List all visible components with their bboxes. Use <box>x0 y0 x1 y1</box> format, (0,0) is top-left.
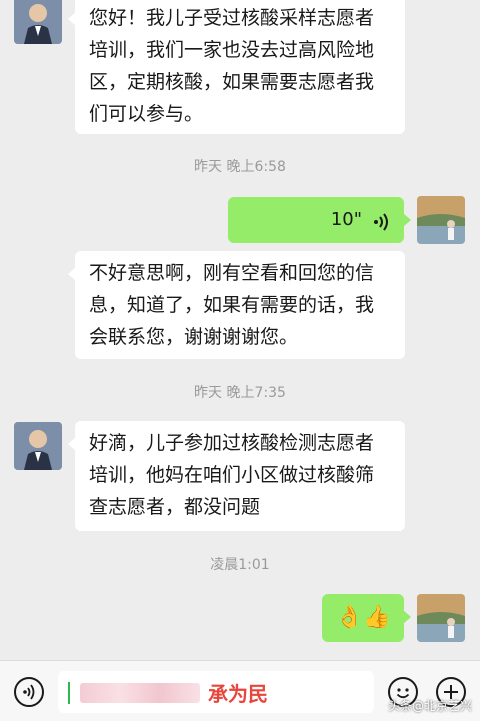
emoji-message-bubble[interactable]: 👌👍 <box>322 594 411 642</box>
timestamp: 昨天 晚上7:35 <box>194 385 286 401</box>
emoji-text: 👌👍 <box>335 605 391 630</box>
timestamp: 昨天 晚上6:58 <box>194 159 286 175</box>
message-text: 不好意思啊，刚有空看和回您的信息，知道了，如果有需要的话，我会联系您，谢谢谢谢您… <box>89 262 375 348</box>
avatar-self[interactable] <box>417 594 465 642</box>
voice-duration: 10" <box>330 209 362 230</box>
message-input[interactable]: 承为民 <box>58 671 374 713</box>
message-bubble-incoming[interactable]: 好滴，儿子参加过核酸检测志愿者培训，他妈在咱们小区做过核酸筛查志愿者，都没问题 <box>68 421 405 531</box>
blurred-text <box>80 683 200 703</box>
voice-message-bubble[interactable]: 10" <box>228 197 411 243</box>
message-bubble-incoming[interactable]: 您好！我儿子受过核酸采样志愿者培训，我们一家也没去过高风险地区，定期核酸，如果需… <box>68 0 405 134</box>
avatar-self[interactable] <box>417 196 465 244</box>
message-text: 您好！我儿子受过核酸采样志愿者培训，我们一家也没去过高风险地区，定期核酸，如果需… <box>89 7 375 125</box>
voice-wave-icon <box>372 210 390 242</box>
text-cursor <box>68 682 70 704</box>
input-text: 承为民 <box>208 682 268 706</box>
avatar-contact[interactable] <box>14 0 62 44</box>
voice-icon[interactable] <box>14 677 44 707</box>
watermark: 头条@北京艺兴 <box>387 699 472 713</box>
message-text: 好滴，儿子参加过核酸检测志愿者培训，他妈在咱们小区做过核酸筛查志愿者，都没问题 <box>89 432 375 518</box>
avatar-contact[interactable] <box>14 422 62 470</box>
timestamp: 凌晨1:01 <box>210 557 270 573</box>
message-bubble-incoming[interactable]: 不好意思啊，刚有空看和回您的信息，知道了，如果有需要的话，我会联系您，谢谢谢谢您… <box>68 251 405 359</box>
input-bar: 承为民 头条@北京艺兴 <box>0 660 480 721</box>
